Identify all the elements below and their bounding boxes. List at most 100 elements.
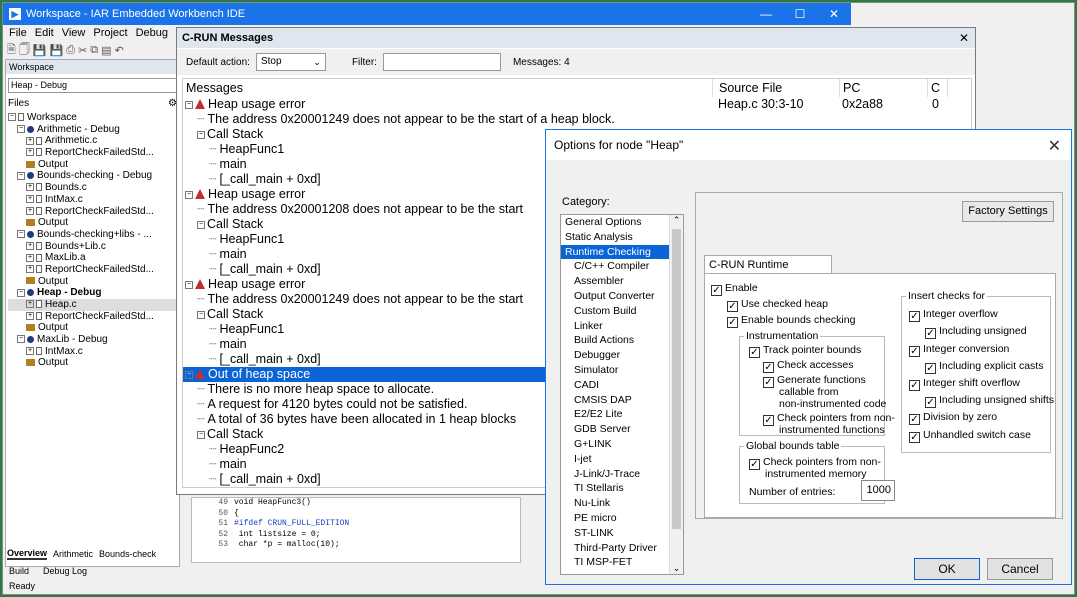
print-icon[interactable]: ⎙ (66, 44, 75, 57)
message-row[interactable]: − Out of heap space (183, 367, 548, 382)
collapse-icon[interactable]: − (197, 430, 205, 439)
column-messages[interactable]: Messages (183, 79, 713, 97)
category-item[interactable]: Simulator (561, 363, 683, 378)
tree-item[interactable]: − Arithmetic - Debug (8, 124, 178, 136)
category-item[interactable]: C/C++ Compiler (561, 259, 683, 274)
close-icon[interactable]: ✕ (1048, 136, 1061, 156)
category-item[interactable]: I-jet (561, 452, 683, 467)
expand-icon[interactable]: + (26, 265, 34, 274)
tree-item[interactable]: + IntMax.c (8, 346, 178, 358)
category-item[interactable]: J-Link/J-Trace (561, 467, 683, 482)
menu-item-file[interactable]: File (9, 27, 27, 39)
expand-icon[interactable]: − (17, 125, 25, 134)
tree-item[interactable]: + MaxLib.a (8, 252, 178, 264)
collapse-icon[interactable]: − (185, 280, 193, 289)
category-item[interactable]: Build Actions (561, 333, 683, 348)
integer-conversion-checkbox[interactable]: ✓ Integer conversion (909, 343, 1009, 357)
category-item[interactable]: ST-LINK (561, 526, 683, 541)
maximize-icon[interactable]: ☐ (783, 7, 817, 21)
expand-icon[interactable]: − (8, 113, 16, 122)
expand-icon[interactable]: + (26, 136, 34, 145)
category-scrollbar[interactable]: ⌃ ⌄ (669, 215, 683, 574)
integer-overflow-checkbox[interactable]: ✓ Integer overflow (909, 308, 998, 322)
category-item[interactable]: E2/E2 Lite (561, 407, 683, 422)
collapse-icon[interactable]: − (185, 190, 193, 199)
tree-item[interactable]: Output (8, 322, 178, 334)
tree-item[interactable]: − MaxLib - Debug (8, 334, 178, 346)
save-icon[interactable]: 💾 (33, 44, 47, 57)
tree-item[interactable]: + ReportCheckFailedStd... (8, 206, 178, 218)
close-icon[interactable]: ✕ (959, 31, 969, 45)
expand-icon[interactable]: + (26, 253, 34, 262)
scroll-down-icon[interactable]: ⌄ (670, 563, 683, 574)
column-source-file[interactable]: Source File (716, 79, 840, 97)
configuration-select[interactable]: Heap - Debug (8, 78, 177, 93)
unhandled-switch-checkbox[interactable]: ✓ Unhandled switch case (909, 429, 1031, 443)
cancel-button[interactable]: Cancel (987, 558, 1053, 580)
including-unsigned-shifts-checkbox[interactable]: ✓ Including unsigned shifts (925, 394, 1054, 408)
track-pointer-bounds-checkbox[interactable]: ✓ Track pointer bounds (749, 344, 861, 358)
open-icon[interactable]: 🗍 (19, 41, 30, 60)
expand-icon[interactable]: − (17, 288, 25, 297)
category-item[interactable]: Custom Build (561, 304, 683, 319)
category-item[interactable]: Runtime Checking (561, 244, 683, 260)
tab-crun-runtime-checking[interactable]: C-RUN Runtime Checking (704, 255, 832, 289)
expand-icon[interactable]: + (26, 183, 34, 192)
category-item[interactable]: Static Analysis (561, 230, 683, 245)
enable-checkbox[interactable]: ✓ Enable (711, 282, 758, 296)
tab-debug-log[interactable]: Debug Log (43, 566, 87, 579)
number-entries-input[interactable]: 1000 (861, 480, 895, 501)
tree-item[interactable]: − Bounds-checking - Debug (8, 170, 178, 182)
message-row[interactable]: − Heap usage error Heap.c 30:3-10 0x2a88 0 (183, 97, 971, 112)
cut-icon[interactable]: ✂ (78, 44, 87, 57)
factory-settings-button[interactable]: Factory Settings (962, 201, 1054, 222)
menu-item-project[interactable]: Project (93, 27, 127, 39)
collapse-icon[interactable]: − (197, 310, 205, 319)
expand-icon[interactable]: + (26, 195, 34, 204)
code-editor[interactable]: 49 void HeapFunc3() 50 {51 #ifdef CRUN_FULL_… (191, 497, 521, 563)
tree-item[interactable]: + ReportCheckFailedStd... (8, 147, 178, 159)
tree-item[interactable]: Output (8, 159, 178, 171)
ok-button[interactable]: OK (914, 558, 980, 580)
tree-item[interactable]: − Bounds-checking+libs - ... (8, 229, 178, 241)
save-all-icon[interactable]: 💾 (50, 44, 64, 57)
expand-icon[interactable]: − (17, 171, 25, 180)
undo-icon[interactable]: ↶ (115, 44, 124, 57)
copy-icon[interactable]: ⧉ (90, 44, 98, 57)
tree-item[interactable]: + Arithmetic.c (8, 135, 178, 147)
category-item[interactable]: Nu-Link (561, 496, 683, 511)
category-item[interactable]: Debugger (561, 348, 683, 363)
category-item[interactable]: PE micro (561, 511, 683, 526)
column-pc[interactable]: PC (840, 79, 928, 97)
division-zero-checkbox[interactable]: ✓ Division by zero (909, 411, 997, 425)
tree-item[interactable]: + Bounds+Lib.c (8, 241, 178, 253)
minimize-icon[interactable]: — (749, 7, 783, 21)
menu-item-view[interactable]: View (62, 27, 86, 39)
expand-icon[interactable]: + (26, 241, 34, 250)
expand-icon[interactable]: + (26, 300, 34, 309)
tree-item[interactable]: + ReportCheckFailedStd... (8, 311, 178, 323)
expand-icon[interactable]: − (17, 230, 25, 239)
integer-shift-checkbox[interactable]: ✓ Integer shift overflow (909, 377, 1020, 391)
expand-icon[interactable]: + (26, 206, 34, 215)
tree-item[interactable]: Output (8, 276, 178, 288)
category-item[interactable]: Third-Party Driver (561, 541, 683, 556)
tab-bounds-check[interactable]: Bounds-check (99, 549, 156, 559)
category-item[interactable]: Output Converter (561, 289, 683, 304)
use-checked-heap-checkbox[interactable]: ✓ Use checked heap (727, 298, 828, 312)
category-item[interactable]: General Options (561, 215, 683, 230)
category-item[interactable]: Linker (561, 319, 683, 334)
tree-item[interactable]: + ReportCheckFailedStd... (8, 264, 178, 276)
tab-arithmetic[interactable]: Arithmetic (53, 549, 93, 559)
tree-item[interactable]: + IntMax.c (8, 194, 178, 206)
tab-overview[interactable]: Overview (7, 548, 48, 560)
menu-item-edit[interactable]: Edit (35, 27, 54, 39)
new-file-icon[interactable]: 🗎 (7, 41, 16, 60)
tree-item[interactable]: − Workspace (8, 112, 178, 124)
collapse-icon[interactable]: − (197, 130, 205, 139)
tab-build[interactable]: Build (9, 566, 29, 579)
including-unsigned-checkbox[interactable]: ✓ Including unsigned (925, 325, 1027, 339)
expand-icon[interactable]: + (26, 347, 34, 356)
scroll-up-icon[interactable]: ⌃ (670, 215, 683, 226)
expand-icon[interactable]: − (17, 335, 25, 344)
